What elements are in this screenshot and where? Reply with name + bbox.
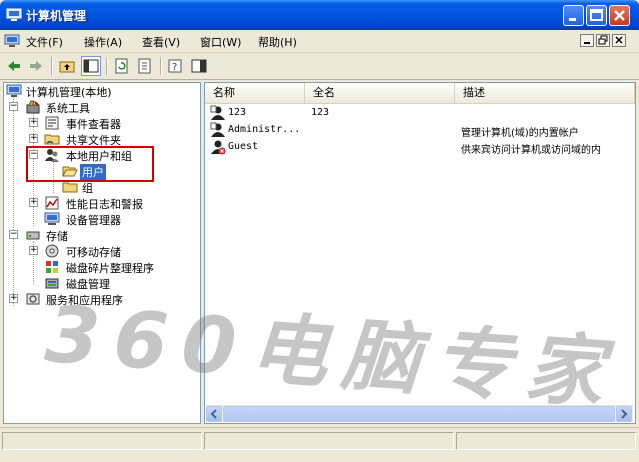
tools-icon [26,100,40,114]
tree-label: 系统工具 [46,102,90,115]
computer-icon [6,84,22,97]
export-list-button[interactable] [135,56,155,76]
expand-toggle[interactable]: + [29,246,38,255]
mdi-restore-button[interactable] [596,34,610,47]
tree-label: 组 [82,182,93,195]
cell-name: 123 [228,107,247,118]
device-manager-icon [44,212,60,225]
refresh-button[interactable] [112,56,132,76]
removable-storage-icon [45,244,59,258]
window-title: 计算机管理 [26,9,87,23]
expand-toggle[interactable]: + [9,294,18,303]
column-header-name[interactable]: 名称 [205,83,305,103]
tree-label: 性能日志和警报 [66,198,143,211]
shared-folder-icon [44,134,60,145]
cell-name: Guest [228,141,259,152]
minimize-icon [584,42,590,44]
forward-button[interactable] [26,56,46,76]
svg-text:?: ? [172,62,177,73]
help-button[interactable]: ? [166,56,186,76]
title-bar[interactable]: 计算机管理 [0,0,639,30]
performance-icon [45,196,59,210]
menu-help[interactable]: 帮助(H) [258,34,297,50]
user-icon [210,122,225,137]
disabled-user-icon [211,140,226,155]
expand-toggle[interactable]: + [29,198,38,207]
table-row[interactable]: 123 123 [205,105,635,121]
folder-up-icon [59,61,75,73]
computer-management-icon[interactable] [4,33,20,49]
menu-file[interactable]: 文件(F) [26,34,63,50]
toolbar-separator [160,57,162,75]
collapse-toggle[interactable]: − [9,230,18,239]
cell-description: 供来宾访问计算机或访问域的内 [461,145,601,156]
tree-label: 计算机管理(本地) [26,86,112,99]
close-icon [614,10,625,21]
table-row[interactable]: Guest 供来宾访问计算机或访问域的内 [205,139,635,156]
console-tree-icon [83,59,99,73]
services-icon [26,293,40,305]
cell-description: 管理计算机(域)的内置帐户 [461,128,579,139]
column-header-fullname[interactable]: 全名 [305,83,455,103]
tree-line [13,97,14,306]
status-cell [2,432,202,450]
close-icon [615,36,623,44]
cell-fullname: 123 [311,107,330,118]
tree-label: 事件查看器 [66,118,121,131]
user-icon [210,105,225,120]
collapse-toggle[interactable]: − [9,102,18,111]
back-button[interactable] [4,56,24,76]
highlight-annotation [26,146,154,182]
storage-icon [26,231,40,240]
minimize-button[interactable] [563,5,584,26]
maximize-button[interactable] [586,5,607,26]
column-header-description[interactable]: 描述 [455,83,635,103]
toolbar-separator [106,57,108,75]
cell-name: Administr... [228,124,301,135]
expand-toggle[interactable]: + [29,118,38,127]
table-row[interactable]: Administr... 管理计算机(域)的内置帐户 [205,122,635,139]
restore-icon [598,35,608,45]
show-hide-action-pane-button[interactable] [189,56,209,76]
refresh-icon [115,58,128,74]
tree-label: 设备管理器 [66,214,121,227]
minimize-icon [569,18,576,21]
mdi-close-button[interactable] [612,34,626,47]
event-viewer-icon [45,116,59,130]
back-arrow-icon [8,61,20,71]
up-level-button[interactable] [57,56,77,76]
menu-view[interactable]: 查看(V) [142,34,180,50]
menu-action[interactable]: 操作(A) [84,34,122,50]
mdi-minimize-button[interactable] [580,34,594,47]
forward-arrow-icon [30,61,42,71]
expand-toggle[interactable]: + [29,134,38,143]
menu-window[interactable]: 窗口(W) [200,34,241,50]
show-hide-tree-button[interactable] [81,56,101,76]
tree-label: 存储 [46,230,68,243]
list-header: 名称 全名 描述 [205,83,635,104]
toolbar: ? [0,53,639,80]
action-pane-icon [191,59,207,73]
maximize-icon [590,9,603,21]
close-button[interactable] [609,5,630,26]
help-icon: ? [168,59,182,73]
tree-label: 可移动存储 [66,246,121,259]
export-list-icon [138,58,151,74]
toolbar-separator [51,57,53,75]
menu-bar: 文件(F) 操作(A) 查看(V) 窗口(W) 帮助(H) [0,30,639,53]
computer-management-icon [6,8,22,21]
